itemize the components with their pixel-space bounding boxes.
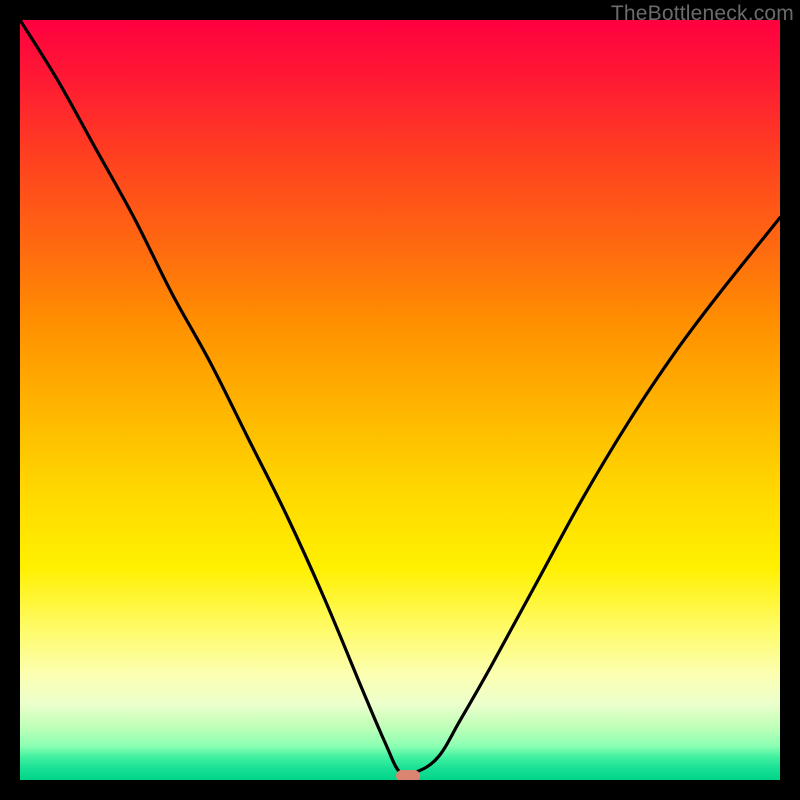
bottleneck-curve <box>20 20 780 780</box>
curve-path <box>20 20 780 776</box>
bottleneck-chart: TheBottleneck.com <box>0 0 800 800</box>
optimum-marker <box>396 770 420 780</box>
plot-area <box>20 20 780 780</box>
